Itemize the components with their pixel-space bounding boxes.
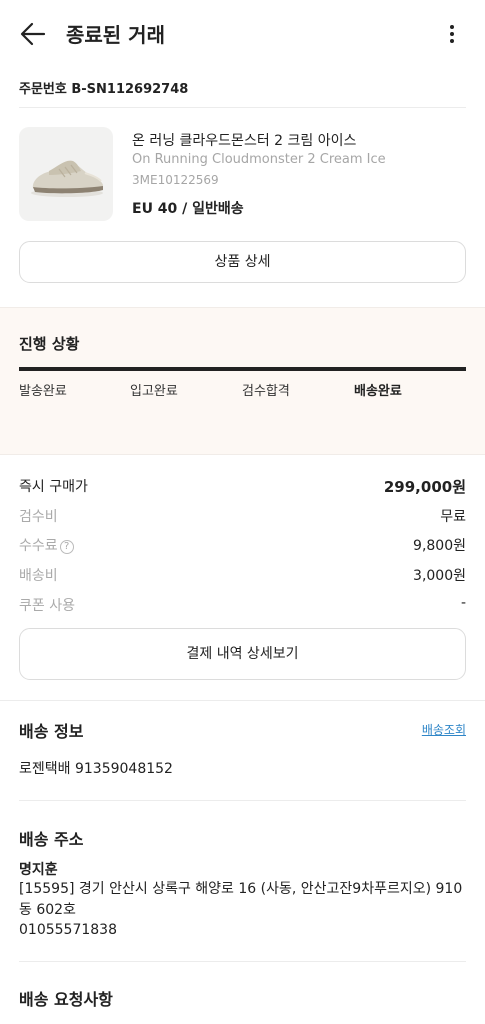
product-option: EU 40 / 일반배송 [132, 201, 244, 217]
divider [19, 800, 466, 801]
order-number: 주문번호 B-SN112692748 [19, 82, 189, 97]
payment-detail-button[interactable]: 결제 내역 상세보기 [19, 628, 466, 680]
commission-value: 9,800원 [413, 538, 466, 554]
commission-label: 수수료 [19, 538, 58, 554]
section-divider [0, 700, 485, 701]
page-title: 종료된 거래 [66, 23, 165, 47]
arrow-left-icon [20, 22, 46, 46]
progress-title: 진행 상황 [19, 335, 80, 353]
commission-label-row: 수수료? [19, 535, 74, 555]
more-vertical-icon-dot [450, 32, 454, 36]
recipient-address: [15595] 경기 안산시 상록구 해양로 16 (사동, 안산고잔9차푸르지… [19, 881, 463, 918]
progress-step-received: 입고완료 [130, 384, 178, 399]
back-button[interactable] [18, 20, 48, 48]
progress-step-inspected: 검수합격 [242, 384, 290, 399]
sneaker-image [31, 160, 103, 197]
more-vertical-icon [450, 25, 454, 29]
inspection-fee-value: 무료 [440, 509, 466, 525]
more-vertical-icon-dot [450, 39, 454, 43]
product-name-english: On Running Cloudmonster 2 Cream Ice [132, 152, 386, 167]
product-detail-button[interactable]: 상품 상세 [19, 241, 466, 283]
recipient-name: 명지훈 [19, 862, 58, 878]
shipping-info-title: 배송 정보 [19, 722, 84, 741]
recipient-phone: 01055571838 [19, 922, 117, 938]
carrier-tracking-number: 로젠택배 91359048152 [19, 761, 173, 777]
instant-price-value: 299,000원 [383, 478, 466, 496]
progress-bar [19, 367, 466, 371]
track-shipment-link[interactable]: 배송조회 [422, 721, 466, 738]
coupon-label: 쿠폰 사용 [19, 598, 75, 614]
progress-step-delivered: 배송완료 [354, 384, 402, 399]
instant-price-label: 즉시 구매가 [19, 479, 88, 495]
coupon-value: - [460, 595, 466, 611]
shipping-request-title: 배송 요청사항 [19, 990, 113, 1009]
question-circle-icon[interactable]: ? [59, 540, 74, 554]
product-code: 3ME10122569 [132, 173, 219, 187]
shipping-fee-value: 3,000원 [413, 568, 466, 584]
top-app-bar: 종료된 거래 [0, 0, 485, 68]
product-name-korean: 온 러닝 클라우드몬스터 2 크림 아이스 [132, 133, 357, 149]
progress-section: 진행 상황 발송완료 입고완료 검수합격 배송완료 [0, 307, 485, 455]
inspection-fee-label: 검수비 [19, 509, 58, 525]
progress-step-shipped: 발송완료 [19, 384, 67, 399]
product-image[interactable] [19, 127, 113, 221]
divider [19, 961, 466, 962]
more-options-button[interactable] [440, 20, 464, 48]
divider [19, 107, 466, 108]
shipping-address-title: 배송 주소 [19, 830, 84, 849]
shipping-fee-label: 배송비 [19, 568, 58, 584]
